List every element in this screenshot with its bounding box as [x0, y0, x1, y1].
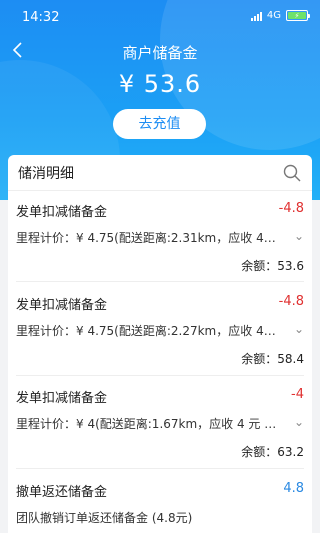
battery-icon: ⚡ — [286, 10, 310, 21]
page-title: 商户储备金 — [122, 44, 198, 62]
status-icons: 4G ⚡ — [250, 10, 310, 21]
reserve-amount: ¥ 53.6 — [118, 70, 202, 98]
chevron-down-icon[interactable]: ⌄ — [294, 415, 304, 429]
record-balance: 余额：58.4 — [241, 352, 304, 366]
search-icon[interactable] — [282, 163, 302, 183]
record-balance: 余额：53.6 — [241, 259, 304, 273]
record-title: 发单扣减储备金 — [16, 205, 108, 220]
record-detail: 里程计价：¥ 4.75(配送距离:2.31km，应收 4.75… — [16, 231, 278, 245]
record-balance: 余额：63.2 — [241, 445, 304, 459]
network-type: 4G — [266, 10, 281, 21]
status-time: 14:32 — [22, 10, 60, 25]
recharge-button[interactable]: 去充值 — [113, 109, 206, 139]
card-header: 储消明细 — [8, 155, 312, 191]
chevron-down-icon[interactable]: ⌄ — [294, 322, 304, 336]
divider — [16, 468, 304, 469]
record-amount: -4.8 — [278, 294, 304, 309]
record-title: 发单扣减储备金 — [16, 391, 108, 406]
record-detail: 里程计价：¥ 4(配送距离:1.67km，应收 4 元 (06:… — [16, 417, 278, 431]
status-bar: 14:32 4G ⚡ — [0, 0, 320, 34]
signal-icon — [250, 11, 262, 21]
record-title: 撤单返还储备金 — [16, 485, 108, 500]
record-amount: -4 — [291, 387, 304, 402]
record-amount: -4.8 — [278, 201, 304, 216]
divider — [16, 375, 304, 376]
record-title: 发单扣减储备金 — [16, 298, 108, 313]
record-amount: 4.8 — [283, 481, 304, 496]
record-detail: 里程计价：¥ 4.75(配送距离:2.27km，应收 4.75… — [16, 324, 278, 338]
divider — [16, 281, 304, 282]
transaction-card: 储消明细 发单扣减储备金 -4.8 里程计价：¥ 4.75(配送距离:2.31k… — [8, 155, 312, 533]
record-detail: 团队撤销订单返还储备金 (4.8元) — [16, 511, 193, 525]
section-title: 储消明细 — [18, 165, 74, 182]
chevron-down-icon[interactable]: ⌄ — [294, 229, 304, 243]
